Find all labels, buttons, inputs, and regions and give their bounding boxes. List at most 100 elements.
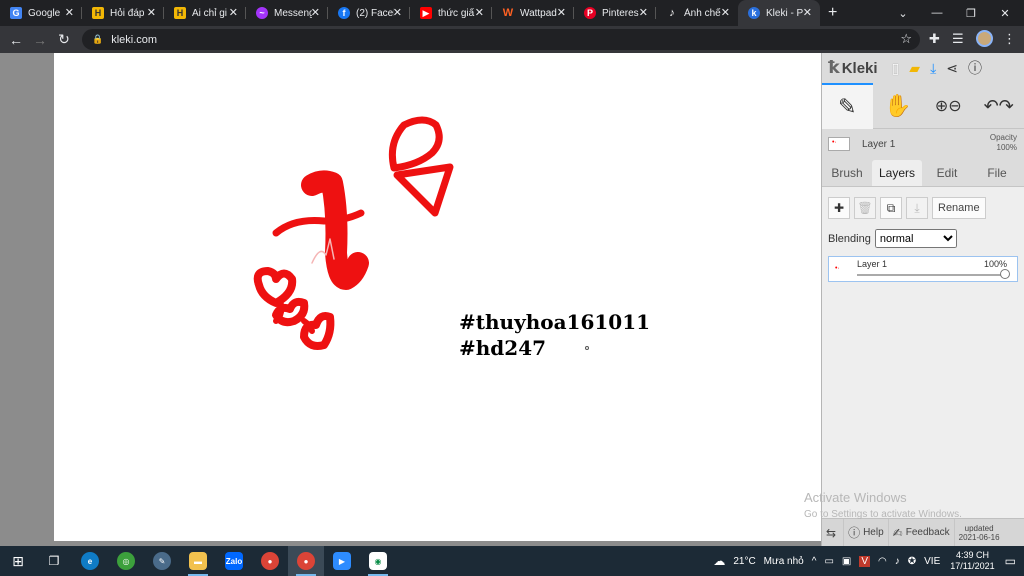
feedback-label: Feedback	[905, 527, 950, 538]
drawing-canvas[interactable]: #thuyhoa161011 #hd247	[54, 53, 821, 541]
zoom-icon[interactable]: ⊕⊖	[923, 83, 974, 129]
browser-tab-active[interactable]: k Kleki - P ✕	[738, 0, 820, 26]
browser-tab[interactable]: H Hỏi đáp ✕	[82, 0, 164, 26]
close-icon[interactable]: ✕	[147, 6, 156, 19]
tab-label: Messeng	[274, 7, 312, 19]
taskbar-app[interactable]: ●	[252, 546, 288, 576]
current-layer-preview[interactable]: •· Layer 1 Opacity 100%	[822, 129, 1024, 159]
delete-layer-button[interactable]: 🗑	[854, 197, 876, 219]
close-icon[interactable]: ✕	[639, 6, 648, 19]
browser-tab[interactable]: ♪ Ảnh chế ✕	[656, 0, 738, 26]
task-view-button[interactable]: ❐	[36, 546, 72, 576]
tab-file[interactable]: File	[972, 160, 1022, 186]
wattpad-icon: W	[502, 7, 514, 19]
open-folder-icon[interactable]: ▰	[909, 60, 920, 77]
weather-temp[interactable]: 21°C	[733, 556, 755, 567]
forward-icon[interactable]: →	[28, 32, 52, 48]
wifi-icon[interactable]: ◠	[878, 556, 887, 567]
chevron-up-icon[interactable]: ^	[812, 556, 817, 567]
brush-stroke	[393, 163, 454, 217]
tab-label: Ai chỉ gi	[192, 7, 228, 19]
taskbar-app[interactable]: e	[72, 546, 108, 576]
add-layer-button[interactable]: ✚	[828, 197, 850, 219]
download-icon[interactable]: ⤓	[930, 60, 936, 77]
blending-select[interactable]: normal	[874, 229, 957, 248]
language-indicator[interactable]: VIE	[924, 556, 940, 567]
close-icon[interactable]: ✕	[557, 6, 566, 19]
youtube-icon: ▶	[420, 7, 432, 19]
browser-tab-strip: G Google ✕ H Hỏi đáp ✕ H Ai chỉ gi ✕ ~ Messeng ✕…	[0, 0, 1024, 26]
rename-button[interactable]: Rename	[932, 197, 986, 219]
close-icon[interactable]: ✕	[229, 6, 238, 19]
menu-icon[interactable]: ⋮	[1003, 31, 1016, 47]
taskbar-app[interactable]: ▬	[180, 546, 216, 576]
bookmark-star-icon[interactable]: ☆	[900, 31, 912, 47]
browser-tab[interactable]: H Ai chỉ gi ✕	[164, 0, 246, 26]
browser-tab[interactable]: G Google ✕	[0, 0, 82, 26]
reading-list-icon[interactable]: ☰	[952, 31, 964, 47]
notification-icon[interactable]: ▭	[1005, 554, 1016, 568]
help-icon[interactable]: ⓘ	[968, 58, 982, 78]
browser-tab[interactable]: ~ Messeng ✕	[246, 0, 328, 26]
address-bar[interactable]: 🔒 kleki.com ☆	[82, 29, 920, 50]
tray-app-icon[interactable]: ✪	[908, 556, 916, 567]
back-icon[interactable]: ←	[4, 32, 28, 48]
clock-date: 17/11/2021	[950, 561, 995, 571]
reload-icon[interactable]: ↻	[52, 31, 76, 48]
opacity-slider-track[interactable]	[857, 274, 1007, 276]
chrome-icon: ●	[261, 552, 279, 570]
tab-label: Wattpad	[520, 7, 557, 19]
browser-tab[interactable]: P Pinteres ✕	[574, 0, 656, 26]
kleki-icon: k	[748, 7, 760, 19]
close-icon[interactable]: ✕	[311, 6, 320, 19]
undo-redo-icon[interactable]: ↶↷	[974, 83, 1024, 129]
close-icon[interactable]: ✕	[393, 6, 402, 19]
taskbar-app[interactable]: ◉	[360, 546, 396, 576]
taskbar-app[interactable]: ▶	[324, 546, 360, 576]
close-icon[interactable]: ✕	[475, 6, 484, 19]
facebook-icon: f	[338, 7, 350, 19]
close-icon[interactable]: ✕	[65, 6, 74, 19]
weather-desc[interactable]: Mưa nhỏ	[764, 556, 804, 567]
browser-tab[interactable]: f (2) Faceb✕	[328, 0, 410, 26]
volume-icon[interactable]: ♪	[895, 556, 900, 567]
extensions-icon[interactable]: ✚	[929, 31, 940, 47]
tab-edit[interactable]: Edit	[922, 160, 972, 186]
tray-app-icon[interactable]: ▭	[824, 556, 833, 567]
brush-stroke	[301, 170, 369, 290]
browser-tab[interactable]: W Wattpad ✕	[492, 0, 574, 26]
tab-brush[interactable]: Brush	[822, 160, 872, 186]
taskbar-app[interactable]: ◎	[108, 546, 144, 576]
tab-layers[interactable]: Layers	[872, 160, 922, 186]
hand-tool-icon[interactable]: ✋	[873, 83, 924, 129]
close-icon[interactable]: ✕	[721, 6, 730, 19]
updated-date: 2021-06-16	[958, 532, 1000, 542]
start-button[interactable]: ⊞	[0, 546, 36, 576]
taskbar-app-active[interactable]: ●	[288, 546, 324, 576]
opacity-slider-handle[interactable]	[1000, 269, 1010, 279]
close-icon[interactable]: ✕	[803, 6, 812, 19]
browser-tab[interactable]: ▶ thức giấ ✕	[410, 0, 492, 26]
taskbar-app[interactable]: ✎	[144, 546, 180, 576]
avatar[interactable]	[976, 30, 993, 47]
blending-row: Blending normal	[828, 229, 1018, 248]
current-layer-name: Layer 1	[862, 138, 896, 150]
new-tab-button[interactable]: +	[828, 4, 837, 22]
new-file-icon[interactable]: ▯	[892, 60, 900, 77]
paint-icon: ✎	[153, 552, 171, 570]
brush-tool-icon[interactable]: ✎	[822, 83, 873, 129]
taskbar-app[interactable]: Zalo	[216, 546, 252, 576]
changelog-link[interactable]: updated 2021-06-16	[955, 524, 1004, 542]
duplicate-layer-button[interactable]: ⧉	[880, 197, 902, 219]
maximize-button[interactable]: ❐	[954, 0, 988, 26]
tab-search-icon[interactable]: ⌄	[886, 0, 920, 26]
tab-label: Hỏi đáp	[110, 7, 145, 19]
layer-item[interactable]: •· Layer 1 100%	[828, 256, 1018, 282]
close-window-button[interactable]: ✕	[988, 0, 1022, 26]
merge-down-button[interactable]: ⤓	[906, 197, 928, 219]
share-icon[interactable]: ⋖	[946, 60, 958, 77]
tray-app-icon[interactable]: ▣	[842, 556, 851, 567]
minimize-button[interactable]: —	[920, 0, 954, 26]
clock[interactable]: 4:39 CH 17/11/2021	[950, 550, 994, 572]
tray-app-icon[interactable]: V	[859, 555, 871, 567]
